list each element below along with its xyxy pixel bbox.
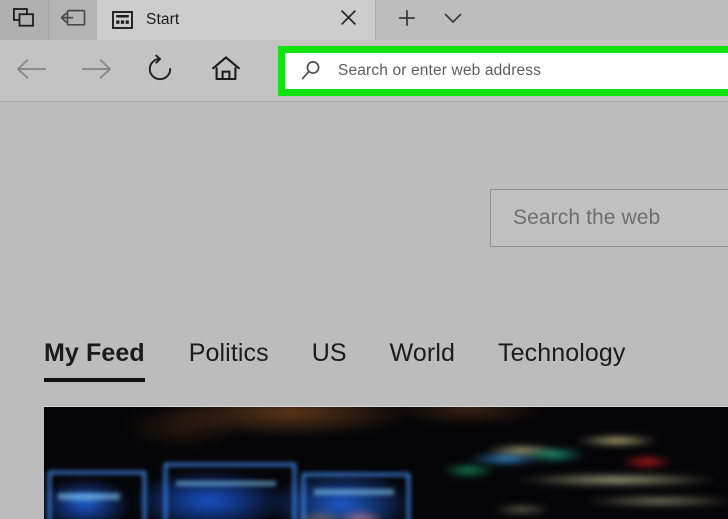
- address-bar-placeholder: Search or enter web address: [338, 62, 542, 79]
- tab-strip-left-buttons: [0, 0, 97, 40]
- tab-strip: Start: [0, 0, 728, 40]
- set-tabs-aside-button[interactable]: [48, 0, 97, 40]
- screen-glow: [58, 493, 120, 500]
- feed-tab-politics[interactable]: Politics: [189, 339, 269, 382]
- home-icon: [211, 55, 241, 87]
- screen-glow: [176, 481, 276, 486]
- monitor-outline: [164, 463, 296, 519]
- plus-icon: [397, 8, 417, 33]
- address-bar[interactable]: Search or enter web address: [285, 53, 728, 89]
- feed-tab-my-feed[interactable]: My Feed: [44, 339, 145, 382]
- browser-window: Start Search or enter web address Search…: [0, 0, 728, 519]
- forward-button[interactable]: [64, 40, 128, 102]
- back-button[interactable]: [0, 40, 64, 102]
- address-bar-highlight: Search or enter web address: [278, 46, 728, 96]
- feed-tab-label: My Feed: [44, 339, 145, 367]
- close-tab-button[interactable]: [331, 0, 365, 40]
- feed-navigation: My Feed Politics US World Technology: [44, 339, 669, 382]
- close-icon: [340, 9, 357, 31]
- refresh-button[interactable]: [128, 40, 192, 102]
- page-content: Search the web My Feed Politics US World…: [0, 102, 728, 519]
- new-tab-button[interactable]: [384, 0, 430, 40]
- tab-strip-right-buttons: [375, 0, 728, 40]
- feed-tab-label: Technology: [498, 339, 626, 367]
- feed-tab-world[interactable]: World: [390, 339, 455, 382]
- search-icon: [299, 58, 325, 84]
- web-search-placeholder: Search the web: [513, 206, 661, 229]
- feed-tab-technology[interactable]: Technology: [498, 339, 625, 382]
- tab-options-button[interactable]: [430, 0, 476, 40]
- monitor-outline: [302, 473, 410, 519]
- tab-previews-icon: [12, 7, 35, 33]
- show-tab-previews-button[interactable]: [0, 0, 48, 40]
- refresh-icon: [145, 54, 175, 89]
- start-page-icon: [111, 9, 133, 31]
- feed-hero-image[interactable]: [44, 406, 728, 519]
- home-button[interactable]: [192, 40, 260, 102]
- feed-tab-label: Politics: [188, 339, 269, 367]
- feed-tab-label: US: [311, 339, 347, 367]
- feed-tab-label: World: [389, 339, 456, 367]
- chevron-down-icon: [443, 11, 463, 30]
- web-search-input[interactable]: Search the web: [490, 189, 728, 247]
- tab-start[interactable]: Start: [97, 0, 375, 40]
- tab-title: Start: [146, 11, 180, 28]
- set-tabs-aside-icon: [60, 8, 86, 33]
- arrow-left-icon: [15, 57, 49, 86]
- feed-tab-us[interactable]: US: [312, 339, 347, 382]
- arrow-right-icon: [79, 57, 113, 86]
- screen-glow: [314, 489, 394, 495]
